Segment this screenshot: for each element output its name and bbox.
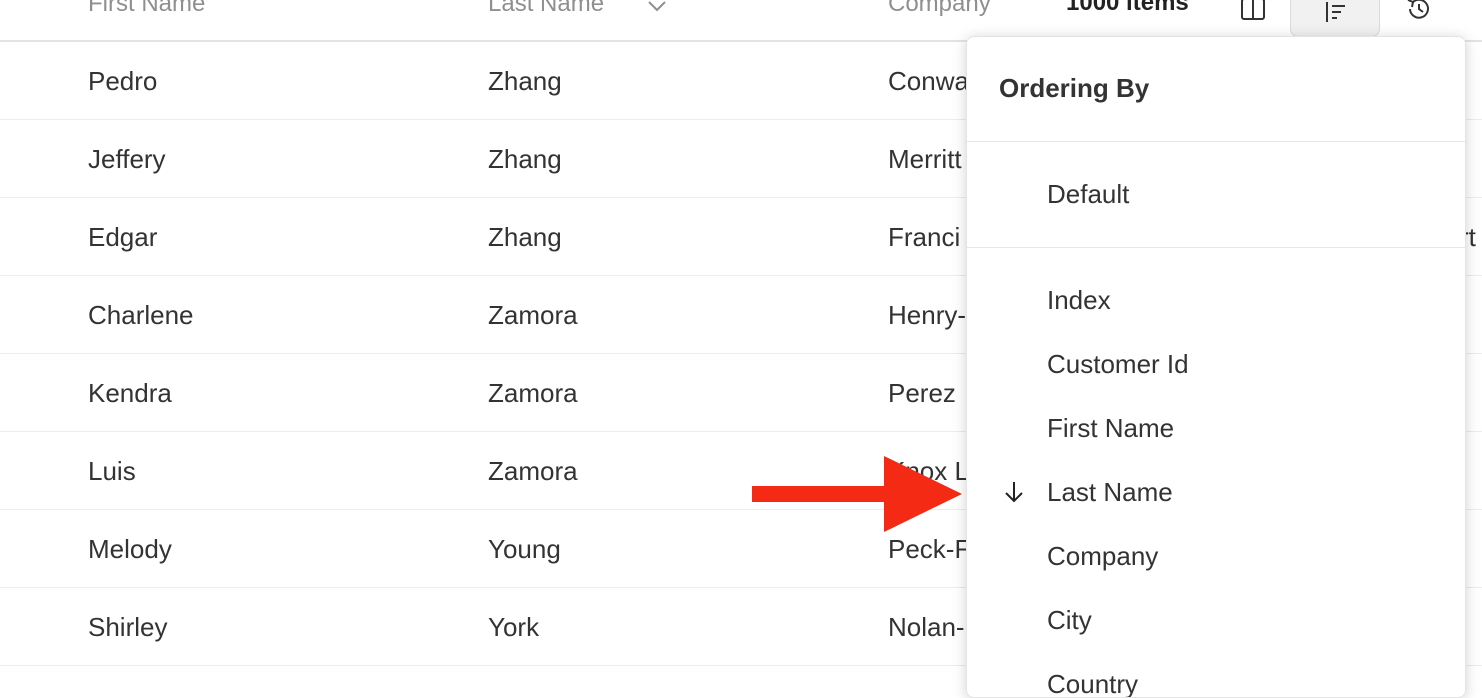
history-icon (1407, 0, 1429, 19)
cell-first-name: Melody (88, 534, 172, 564)
cell-last-name: Zhang (488, 66, 562, 96)
cell-last-name: Zamora (488, 378, 578, 408)
cell-last-name: Zhang (488, 222, 562, 252)
red-arrow-icon (752, 456, 962, 532)
cell-first-name: Kendra (88, 378, 172, 408)
ordering-option-first-name[interactable]: First Name (967, 403, 1465, 453)
cell-company: Perez (888, 378, 956, 408)
ordering-dropdown: Ordering By Default Index Customer Id Fi… (966, 36, 1466, 698)
ordering-title: Ordering By (999, 73, 1150, 103)
cell-last-name: Young (488, 534, 561, 564)
cell-last-name: Zamora (488, 456, 578, 486)
cell-last-name: Zhang (488, 144, 562, 174)
column-header-company[interactable]: Company (888, 0, 991, 18)
ordering-option-label: City (1047, 605, 1092, 635)
column-header-last-name[interactable]: Last Name (488, 0, 604, 18)
ordering-option-label: Customer Id (1047, 349, 1189, 379)
ordering-button[interactable] (1290, 0, 1380, 37)
cell-company: Nolan- (888, 612, 965, 642)
ordering-option-index[interactable]: Index (967, 275, 1465, 325)
cell-company: Conwa (888, 66, 969, 96)
history-button[interactable] (1402, 0, 1436, 26)
ordering-option-company[interactable]: Company (967, 531, 1465, 581)
cell-first-name: Shirley (88, 612, 168, 642)
cell-company: Henry- (888, 300, 967, 330)
arrow-down-icon (1005, 482, 1023, 503)
cell-company: Franci (888, 222, 961, 252)
ordering-option-customer-id[interactable]: Customer Id (967, 339, 1465, 389)
item-count: 1000 items (1066, 0, 1189, 16)
divider (967, 247, 1465, 248)
cell-first-name: Jeffery (88, 144, 166, 174)
sort-order-icon (1326, 2, 1345, 22)
cell-company: Peck-F (888, 534, 971, 564)
chevron-down-icon[interactable] (645, 0, 669, 18)
column-header-first-name[interactable]: First Name (88, 0, 205, 18)
ordering-option-label: Default (1047, 179, 1130, 209)
ordering-option-last-name[interactable]: Last Name (967, 467, 1465, 517)
cell-last-name: Zamora (488, 300, 578, 330)
ordering-option-label: First Name (1047, 413, 1175, 443)
cell-first-name: Pedro (88, 66, 158, 96)
cell-company: Merritt (888, 144, 962, 174)
ordering-option-default[interactable]: Default (967, 169, 1465, 219)
ordering-option-label: Last Name (1047, 477, 1173, 507)
columns-icon (1241, 0, 1265, 20)
ordering-option-label: Index (1047, 285, 1111, 315)
cell-last-name: York (488, 612, 540, 642)
cell-first-name: Luis (88, 456, 136, 486)
cell-first-name: Charlene (88, 300, 194, 330)
columns-button[interactable] (1236, 0, 1270, 26)
cell-first-name: Edgar (88, 222, 158, 252)
divider (967, 141, 1465, 142)
ordering-option-city[interactable]: City (967, 595, 1465, 645)
ordering-option-label: Company (1047, 541, 1159, 571)
ordering-option-country[interactable]: Country (967, 659, 1465, 697)
